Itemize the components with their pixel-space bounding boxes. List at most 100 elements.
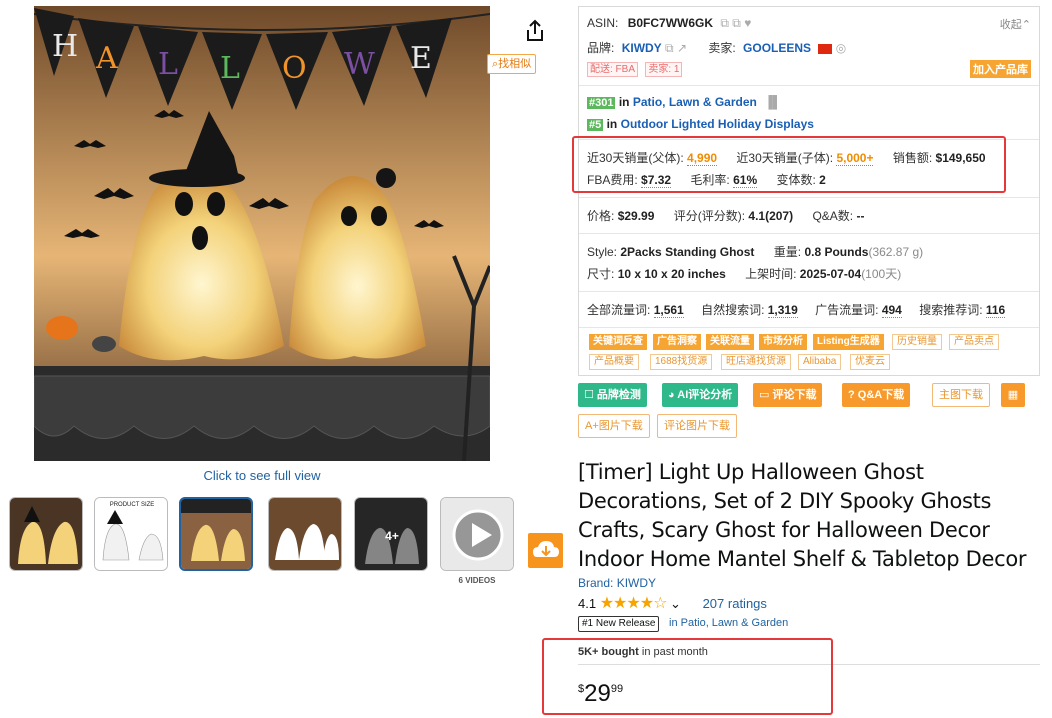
rank-in: in (606, 117, 618, 131)
find-similar-button[interactable]: ⌕找相似 (487, 54, 537, 74)
listed-days: (100天) (861, 267, 902, 281)
rank-in: in (618, 95, 630, 109)
traffic-all-label: 全部流量词: (587, 303, 651, 317)
question-icon: ? (848, 389, 858, 401)
new-release-badge[interactable]: #1 New Release (578, 616, 660, 632)
share-icon[interactable] (522, 18, 548, 44)
asin-row: ASIN: B0FC7WW6GK ⧉ ⧉ ♥ (587, 16, 751, 31)
copy-icon[interactable]: ⧉ (665, 41, 674, 55)
external-link-icon[interactable]: ↗ (677, 41, 687, 55)
copy-icon[interactable]: ⧉ (720, 16, 729, 30)
ratings-count-link[interactable]: 207 ratings (703, 596, 767, 611)
qa-label: Q&A数: (812, 209, 854, 223)
traffic-ad-value[interactable]: 494 (881, 303, 902, 318)
history-sales-tag[interactable]: 历史销量 (892, 334, 942, 350)
click-full-view-link[interactable]: Click to see full view (34, 468, 490, 483)
thumbnail-5-more[interactable]: 4+ (354, 497, 428, 571)
svg-text:H: H (52, 29, 78, 64)
listing-generator-tag[interactable]: Listing生成器 (813, 334, 884, 350)
market-analysis-tag[interactable]: 市场分析 (759, 334, 807, 350)
product-title: [Timer] Light Up Halloween Ghost Decorat… (578, 460, 1027, 571)
review-image-download-button[interactable]: 评论图片下载 (657, 414, 737, 438)
asin-value: B0FC7WW6GK (627, 16, 714, 30)
traffic-ad-label: 广告流量词: (815, 303, 879, 317)
thumbnail-4[interactable] (268, 497, 342, 571)
related-traffic-tag[interactable]: 关联流量 (706, 334, 754, 350)
find-similar-label: 找相似 (498, 58, 532, 70)
aplus-image-download-button[interactable]: A+图片下载 (578, 414, 650, 438)
weight-grams: (362.87 g) (868, 245, 924, 259)
price-rating-row: 价格: $29.99 评分(评分数): 4.1(207) Q&A数: -- (587, 207, 864, 224)
traffic-row: 全部流量词: 1,561 自然搜索词: 1,319 广告流量词: 494 搜索推… (587, 301, 1006, 318)
style-value: 2Packs Standing Ghost (620, 245, 755, 259)
review-download-button[interactable]: ▭ 评论下载 (753, 383, 823, 407)
product-summary-tag[interactable]: 产品概要 (589, 354, 639, 370)
brand-link[interactable]: KIWDY (622, 41, 662, 55)
brand-check-button[interactable]: ☐ 品牌检测 (578, 383, 647, 407)
ai-review-label: AI评论分析 (677, 389, 733, 401)
source-1688-tag[interactable]: 1688找货源 (650, 354, 713, 370)
size-label: 尺寸: (587, 267, 615, 281)
rank-category-link[interactable]: Outdoor Lighted Holiday Displays (621, 117, 814, 131)
qa-download-button[interactable]: ? Q&A下载 (842, 383, 911, 407)
traffic-organic-label: 自然搜索词: (701, 303, 765, 317)
traffic-rec-value[interactable]: 116 (985, 303, 1006, 318)
thumbnail-1[interactable] (9, 497, 83, 571)
rank-row-1: #301 in Patio, Lawn & Garden ▐▌ (587, 95, 781, 109)
svg-text:W: W (344, 47, 375, 82)
chevron-down-icon[interactable]: ⌄ (670, 596, 681, 611)
brand-label: 品牌: (587, 41, 615, 55)
youmaiyun-tag[interactable]: 优麦云 (850, 354, 890, 370)
ad-insight-tag[interactable]: 广告洞察 (653, 334, 701, 350)
alibaba-tag[interactable]: Alibaba (798, 354, 842, 370)
bar-chart-icon[interactable]: ▐▌ (764, 95, 781, 109)
collapse-toggle[interactable]: 收起⌃ (1000, 16, 1031, 32)
divider (579, 197, 1039, 198)
ghost-illustration: H A L L O W E (34, 6, 490, 461)
main-image-download-button[interactable]: 主图下载 (932, 383, 990, 407)
rank-row-2: #5 in Outdoor Lighted Holiday Displays (587, 117, 814, 131)
listed-label: 上架时间: (745, 267, 797, 281)
cloud-download-button[interactable] (528, 533, 563, 568)
videos-count-label: 6 VIDEOS (458, 576, 496, 585)
seller-count-tag: 卖家: 1 (645, 62, 683, 77)
rating-label: 评分(评分数): (673, 209, 746, 223)
copy-alt-icon[interactable]: ⧉ (732, 16, 741, 30)
video-thumbnail[interactable] (440, 497, 514, 571)
collapse-label: 收起 (999, 19, 1022, 31)
location-icon: ◎ (835, 41, 847, 55)
new-release-category-link[interactable]: in Patio, Lawn & Garden (669, 617, 788, 629)
chevron-up-icon: ⌃ (1021, 19, 1031, 31)
thumbnail-2[interactable]: PRODUCT SIZE (94, 497, 168, 571)
heart-icon[interactable]: ♥ (744, 16, 751, 30)
selling-points-tag[interactable]: 产品卖点 (949, 334, 999, 350)
qa-download-label: Q&A下载 (857, 389, 905, 401)
wangdiantong-tag[interactable]: 旺店通找货源 (721, 354, 791, 370)
star-rating[interactable]: ★★★★☆ (600, 595, 668, 612)
calculator-icon[interactable]: ▦ (1001, 383, 1025, 407)
rating-row: 4.1 ★★★★☆ ⌄ 207 ratings (578, 593, 767, 613)
listed-value: 2025-07-04 (799, 267, 862, 281)
keyword-reverse-tag[interactable]: 关键词反查 (589, 334, 647, 350)
rank-category-link[interactable]: Patio, Lawn & Garden (633, 95, 757, 109)
brand-store-link[interactable]: Brand: KIWDY (578, 576, 656, 590)
rating-number: 4.1 (578, 596, 597, 611)
rating-value: 4.1(207) (748, 209, 794, 223)
china-flag-icon (818, 43, 833, 54)
thumb-size-label: PRODUCT SIZE (110, 502, 155, 508)
divider (579, 291, 1039, 292)
add-to-library-button[interactable]: 加入产品库 (970, 60, 1031, 78)
ai-review-button[interactable]: ◕ AI评论分析 (662, 383, 739, 407)
pie-chart-icon: ◕ (668, 389, 678, 401)
main-product-image[interactable]: H A L L O W E (34, 6, 490, 461)
traffic-organic-value[interactable]: 1,319 (767, 303, 798, 318)
price-highlight-box (542, 638, 833, 715)
svg-text:E: E (410, 41, 432, 76)
size-date-row: 尺寸: 10 x 10 x 20 inches 上架时间: 2025-07-04… (587, 265, 901, 282)
seller-label: 卖家: (708, 41, 736, 55)
svg-text:A: A (95, 41, 118, 76)
seller-link[interactable]: GOOLEENS (743, 41, 811, 55)
rank-badge: #5 (587, 119, 604, 131)
thumbnail-3-selected[interactable] (179, 497, 253, 571)
traffic-all-value[interactable]: 1,561 (653, 303, 684, 318)
